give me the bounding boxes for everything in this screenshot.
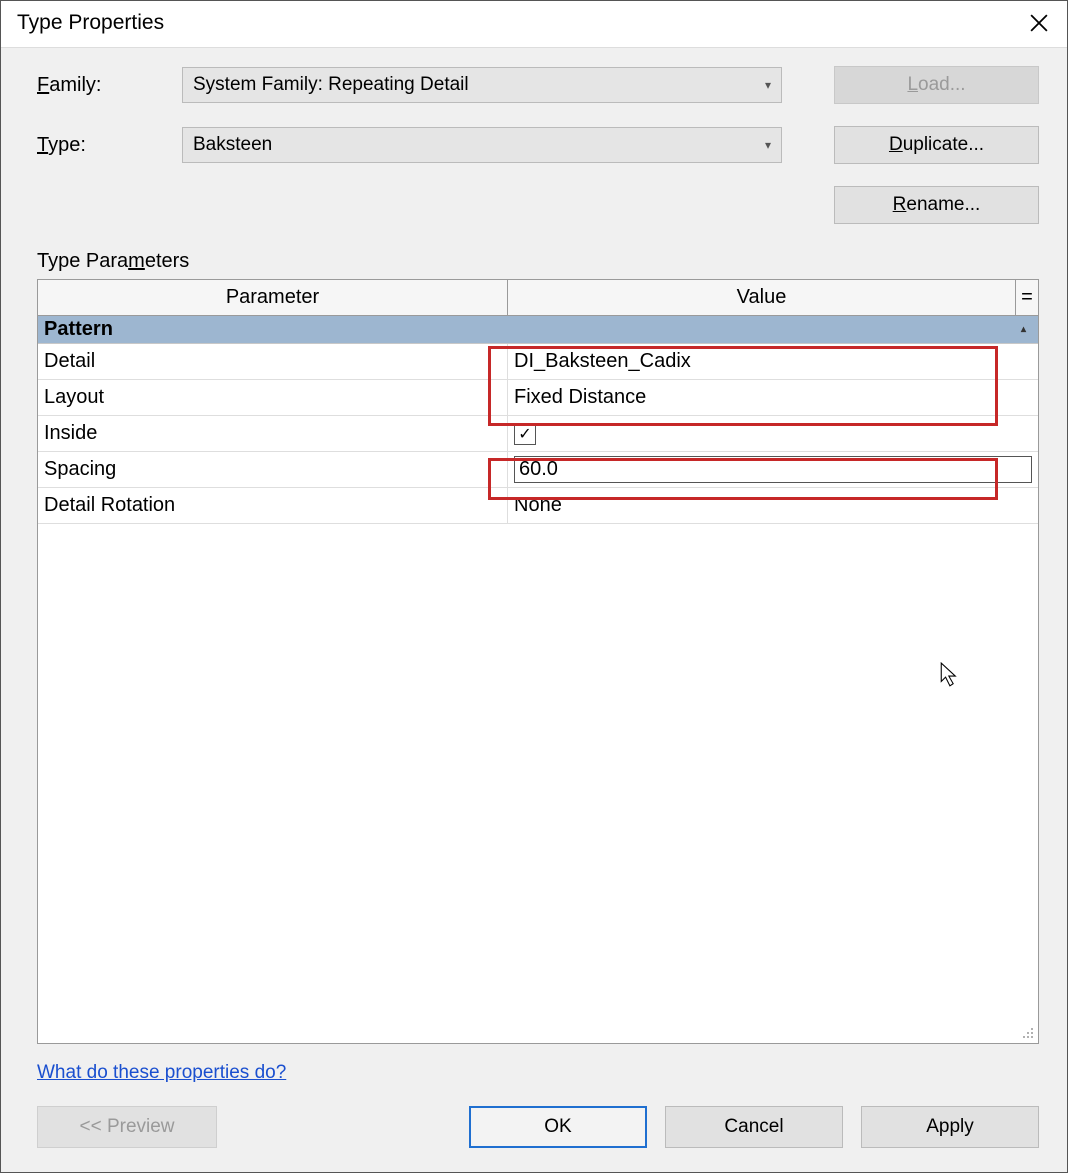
table-body: Pattern ▴ Detail DI_Baksteen_Cadix Layou…	[38, 316, 1038, 1043]
param-detail-value[interactable]: DI_Baksteen_Cadix	[508, 344, 1038, 379]
family-dropdown-value: System Family: Repeating Detail	[193, 74, 469, 96]
help-link[interactable]: What do these properties do?	[37, 1062, 286, 1083]
close-icon	[1030, 14, 1048, 32]
type-parameters-label: Type Parameters	[37, 250, 1039, 273]
load-button: Load...	[834, 66, 1039, 104]
rename-button[interactable]: Rename...	[834, 186, 1039, 224]
inside-checkbox[interactable]: ✓	[514, 423, 536, 445]
ok-button[interactable]: OK	[469, 1106, 647, 1148]
param-layout-label: Layout	[38, 380, 508, 415]
apply-button[interactable]: Apply	[861, 1106, 1039, 1148]
window-title: Type Properties	[17, 11, 164, 35]
row-spacing: Spacing 60.0	[38, 452, 1038, 488]
column-header-parameter[interactable]: Parameter	[38, 280, 508, 315]
row-inside: Inside ✓	[38, 416, 1038, 452]
duplicate-button[interactable]: Duplicate...	[834, 126, 1039, 164]
param-spacing-label: Spacing	[38, 452, 508, 487]
chevron-down-icon: ▾	[765, 138, 771, 152]
cursor-icon	[940, 662, 962, 688]
param-rotation-value[interactable]: None	[508, 488, 1038, 523]
type-properties-dialog: Type Properties Family: System Family: R…	[0, 0, 1068, 1173]
row-detail-rotation: Detail Rotation None	[38, 488, 1038, 524]
close-button[interactable]	[1025, 9, 1053, 37]
column-header-value[interactable]: Value	[508, 280, 1016, 315]
type-dropdown[interactable]: Baksteen ▾	[182, 127, 782, 163]
resize-grip-icon	[1020, 1025, 1034, 1039]
type-label: Type:	[37, 134, 172, 157]
param-detail-label: Detail	[38, 344, 508, 379]
param-spacing-value[interactable]: 60.0	[508, 452, 1038, 487]
group-pattern[interactable]: Pattern ▴	[38, 316, 1038, 344]
spacing-input[interactable]: 60.0	[514, 456, 1032, 483]
action-buttons: OK Cancel Apply	[469, 1106, 1039, 1148]
param-rotation-label: Detail Rotation	[38, 488, 508, 523]
row-layout: Layout Fixed Distance	[38, 380, 1038, 416]
dialog-body: Family: System Family: Repeating Detail …	[1, 47, 1067, 1172]
chevron-down-icon: ▾	[765, 78, 771, 92]
preview-button: << Preview	[37, 1106, 217, 1148]
table-header: Parameter Value =	[38, 280, 1038, 316]
param-inside-value[interactable]: ✓	[508, 416, 1038, 451]
collapse-icon: ▴	[1021, 324, 1032, 335]
footer-bar: << Preview OK Cancel Apply	[37, 1094, 1039, 1172]
type-dropdown-value: Baksteen	[193, 134, 272, 156]
parameters-table: Parameter Value = Pattern ▴ Detail DI_Ba…	[37, 279, 1039, 1044]
cancel-button[interactable]: Cancel	[665, 1106, 843, 1148]
titlebar: Type Properties	[1, 1, 1067, 47]
column-header-equals[interactable]: =	[1016, 280, 1038, 315]
top-controls: Family: System Family: Repeating Detail …	[37, 66, 1039, 224]
param-inside-label: Inside	[38, 416, 508, 451]
row-detail: Detail DI_Baksteen_Cadix	[38, 344, 1038, 380]
family-dropdown[interactable]: System Family: Repeating Detail ▾	[182, 67, 782, 103]
family-label: Family:	[37, 74, 172, 97]
param-layout-value[interactable]: Fixed Distance	[508, 380, 1038, 415]
help-link-row: What do these properties do?	[37, 1062, 1039, 1084]
